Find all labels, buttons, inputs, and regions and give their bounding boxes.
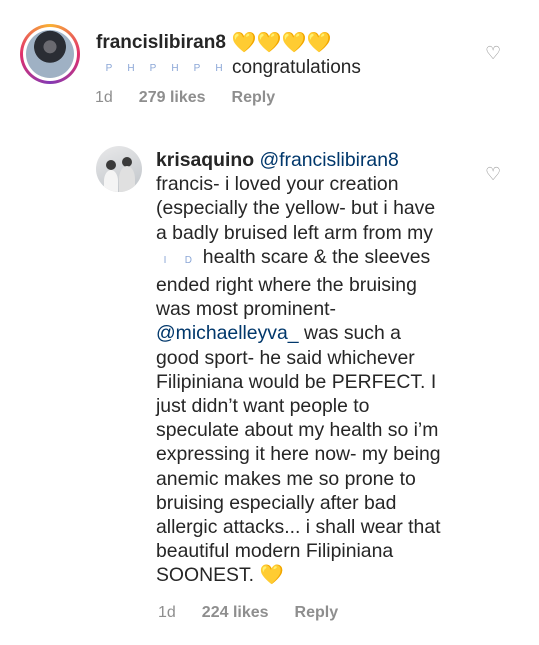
like-heart-icon[interactable]: ♡ (485, 44, 505, 62)
comment-line: Filipiniana would be PERFECT. I (156, 370, 437, 393)
comment-text: P H P H P H congratulations (100, 57, 361, 79)
timestamp: 1d (158, 604, 176, 621)
comment-line: (especially the yellow- but i have (156, 197, 436, 220)
comment-line: I D health scare & the sleeves (156, 245, 486, 273)
comment-line-text: SOONEST. (156, 564, 255, 587)
avatar-head (106, 160, 116, 170)
avatar-body (104, 170, 118, 192)
mention-link[interactable]: @michaelleyva_ (156, 322, 299, 344)
comment-line: beautiful modern Filipiniana (156, 540, 394, 563)
avatar-ring (23, 27, 77, 81)
comment-1: francislibiran8 💛💛💛💛 P H P H P H congrat… (0, 0, 539, 130)
comment-body: krisaquino @francislibiran8 francis- i l… (156, 148, 486, 588)
comment-line: anemic makes me so prone to (156, 467, 416, 490)
comment-line: bruising especially after bad (156, 491, 397, 514)
timestamp: 1d (95, 89, 113, 106)
username[interactable]: krisaquino (156, 149, 254, 171)
comment-line-text: health scare & the sleeves (202, 245, 431, 268)
comment-line: @michaelleyva_ was such a (156, 321, 486, 345)
comment-line: SOONEST. 💛 (156, 563, 486, 587)
flag-icon: P (149, 62, 157, 74)
comment-line: ended right where the bruising (156, 274, 417, 297)
reply-button[interactable]: Reply (232, 89, 276, 107)
flag-icon: H (171, 62, 179, 74)
avatar[interactable] (20, 24, 80, 84)
comment-line: expressing it here now- my being (156, 443, 441, 466)
flag-icon: I (163, 254, 167, 266)
comment-line: speculate about my health so i’m (156, 419, 439, 442)
comment-line: just didn’t want people to (156, 395, 370, 418)
like-heart-icon[interactable]: ♡ (485, 165, 505, 183)
avatar-body (119, 166, 135, 192)
username[interactable]: francislibiran8 (96, 32, 226, 54)
comment-header: francislibiran8 💛💛💛💛 (96, 30, 332, 55)
yellow-heart-emojis: 💛💛💛💛 (231, 32, 332, 54)
comment-line: allergic attacks... i shall wear that (156, 516, 441, 539)
comment-line: francis- i loved your creation (156, 173, 399, 196)
flag-icon: P (105, 62, 113, 74)
likes-count[interactable]: 224 likes (202, 604, 269, 622)
flag-icon: D (184, 254, 192, 266)
comment-line: good sport- he said whichever (156, 346, 415, 369)
comment-line: was most prominent- (156, 298, 336, 321)
mention-link[interactable]: @francislibiran8 (259, 149, 398, 171)
comment-2: krisaquino @francislibiran8 francis- i l… (0, 140, 539, 640)
comment-body: congratulations (232, 57, 361, 78)
reply-button[interactable]: Reply (295, 604, 339, 622)
yellow-heart-emoji: 💛 (259, 564, 284, 587)
avatar[interactable] (96, 146, 142, 192)
comment-line: a badly bruised left arm from my (156, 221, 433, 244)
likes-count[interactable]: 279 likes (139, 89, 206, 107)
comment-meta: 1d 224 likes Reply (158, 604, 338, 622)
comment-meta: 1d 279 likes Reply (95, 89, 275, 107)
comment-line-text: was such a (298, 322, 401, 345)
comment-first-line: krisaquino @francislibiran8 (156, 148, 486, 172)
flag-icon: H (215, 62, 223, 74)
flag-icon: P (193, 62, 201, 74)
avatar-photo (26, 30, 74, 78)
flag-icon: H (127, 62, 135, 74)
